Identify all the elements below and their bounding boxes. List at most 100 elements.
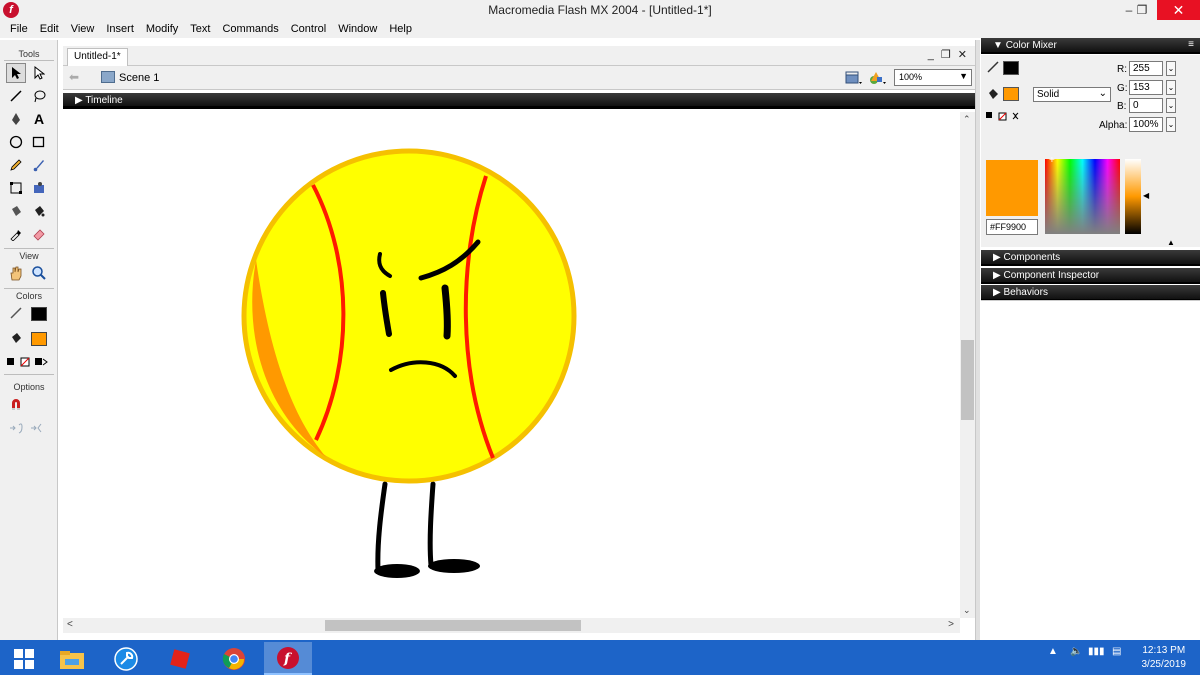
menu-view[interactable]: View bbox=[65, 23, 101, 35]
divider bbox=[4, 374, 54, 375]
menu-window[interactable]: Window bbox=[332, 23, 383, 35]
pen-tool-icon[interactable] bbox=[6, 109, 26, 129]
volume-icon[interactable]: 🔈 bbox=[1070, 646, 1082, 657]
settings-wrench-icon[interactable] bbox=[102, 642, 150, 675]
b-input[interactable]: 0 bbox=[1129, 98, 1163, 113]
chrome-icon[interactable] bbox=[210, 642, 258, 675]
menu-help[interactable]: Help bbox=[383, 23, 418, 35]
timeline-label: Timeline bbox=[85, 95, 123, 106]
divider bbox=[4, 60, 54, 61]
scroll-thumb[interactable] bbox=[961, 340, 974, 420]
collapsed-triangle-icon: ▶ bbox=[993, 252, 1001, 263]
alpha-label: Alpha: bbox=[1099, 120, 1128, 131]
text-tool-icon[interactable]: A bbox=[29, 109, 49, 129]
free-transform-tool-icon[interactable] bbox=[6, 178, 26, 198]
g-spinner[interactable]: ⌄ bbox=[1166, 80, 1176, 95]
chevron-left-icon[interactable]: < bbox=[67, 619, 73, 630]
network-icon[interactable]: ▤ bbox=[1112, 646, 1121, 657]
fill-color-swatch[interactable] bbox=[29, 329, 49, 349]
hand-tool-icon[interactable] bbox=[6, 263, 26, 283]
swap-colors-icon[interactable] bbox=[4, 352, 52, 372]
pencil-tool-icon[interactable] bbox=[6, 155, 26, 175]
zoom-tool-icon[interactable] bbox=[29, 263, 49, 283]
oval-tool-icon[interactable] bbox=[6, 132, 26, 152]
chevron-up-icon[interactable]: ⌃ bbox=[963, 114, 971, 125]
color-mixer-title: Color Mixer bbox=[1005, 40, 1057, 51]
stroke-color-swatch[interactable] bbox=[29, 304, 49, 324]
line-tool-icon[interactable] bbox=[6, 86, 26, 106]
system-clock[interactable]: 12:13 PM 3/25/2019 bbox=[1142, 644, 1187, 672]
scroll-thumb[interactable] bbox=[325, 620, 581, 631]
fill-transform-tool-icon[interactable] bbox=[29, 178, 49, 198]
signal-icon[interactable]: ▮▮▮ bbox=[1088, 646, 1105, 657]
r-spinner[interactable]: ⌄ bbox=[1166, 61, 1176, 76]
file-explorer-icon[interactable] bbox=[48, 642, 96, 675]
windows-start-icon[interactable] bbox=[0, 642, 48, 675]
back-arrow-icon[interactable]: ⬅ bbox=[69, 70, 79, 84]
smooth-straighten-icon[interactable] bbox=[6, 418, 48, 438]
document-window-controls[interactable]: _ ❐ ✕ bbox=[928, 48, 969, 61]
menu-edit[interactable]: Edit bbox=[34, 23, 65, 35]
menu-modify[interactable]: Modify bbox=[140, 23, 184, 35]
r-input[interactable]: 255 bbox=[1129, 61, 1163, 76]
panel-options-icon[interactable]: ≡ bbox=[1188, 39, 1194, 50]
menu-file[interactable]: File bbox=[4, 23, 34, 35]
title-bar: f Macromedia Flash MX 2004 - [Untitled-1… bbox=[0, 0, 1200, 20]
chevron-down-icon[interactable]: ⌄ bbox=[963, 605, 971, 616]
stage-canvas[interactable] bbox=[63, 112, 960, 618]
menu-control[interactable]: Control bbox=[285, 23, 332, 35]
eraser-tool-icon[interactable] bbox=[29, 224, 49, 244]
timeline-header[interactable]: ▶ Timeline bbox=[63, 93, 975, 109]
g-input[interactable]: 153 bbox=[1129, 80, 1163, 95]
component-inspector-header[interactable]: ▶ Component Inspector bbox=[981, 268, 1200, 284]
selection-tool-icon[interactable] bbox=[6, 63, 26, 83]
paint-bucket-tool-icon[interactable] bbox=[29, 201, 49, 221]
edit-symbols-icon[interactable] bbox=[869, 70, 887, 86]
fill-type-dropdown[interactable]: Solid ⌄ bbox=[1033, 87, 1111, 102]
brush-tool-icon[interactable] bbox=[29, 155, 49, 175]
panel-splitter[interactable] bbox=[975, 40, 980, 640]
flash-taskbar-icon[interactable]: f bbox=[264, 642, 312, 675]
swap-colors-icon[interactable] bbox=[985, 111, 1025, 123]
mixer-fill-swatch[interactable] bbox=[1003, 87, 1019, 101]
eyedropper-tool-icon[interactable] bbox=[6, 224, 26, 244]
subselection-tool-icon[interactable] bbox=[29, 63, 49, 83]
menu-commands[interactable]: Commands bbox=[216, 23, 284, 35]
brightness-pointer-icon[interactable]: ◀ bbox=[1143, 191, 1149, 200]
menu-text[interactable]: Text bbox=[184, 23, 216, 35]
document-tab[interactable]: Untitled-1* bbox=[67, 48, 128, 66]
menu-insert[interactable]: Insert bbox=[100, 23, 140, 35]
mixer-stroke-swatch[interactable] bbox=[1003, 61, 1019, 75]
collapsed-triangle-icon: ▶ bbox=[993, 287, 1001, 298]
close-button[interactable]: ✕ bbox=[1157, 0, 1200, 20]
rectangle-tool-icon[interactable] bbox=[29, 132, 49, 152]
fill-bucket-icon bbox=[989, 89, 998, 99]
alpha-input[interactable]: 100% bbox=[1129, 117, 1163, 132]
vertical-scrollbar[interactable]: ⌃ ⌄ bbox=[960, 112, 975, 618]
lasso-tool-icon[interactable] bbox=[29, 86, 49, 106]
alpha-spinner[interactable]: ⌄ bbox=[1166, 117, 1176, 132]
behaviors-header[interactable]: ▶ Behaviors bbox=[981, 285, 1200, 301]
collapse-triangle-icon[interactable]: ▲ bbox=[1167, 238, 1175, 247]
empty-panel-area bbox=[981, 300, 1200, 640]
fill-type-value: Solid bbox=[1037, 89, 1060, 100]
b-spinner[interactable]: ⌄ bbox=[1166, 98, 1176, 113]
zoom-dropdown[interactable]: 100% ▼ bbox=[894, 69, 972, 86]
horizontal-scrollbar[interactable]: < > bbox=[63, 618, 960, 633]
behaviors-title: Behaviors bbox=[1003, 287, 1048, 298]
roblox-icon[interactable] bbox=[156, 642, 204, 675]
color-mixer-header[interactable]: ▼ Color Mixer ≡ bbox=[981, 38, 1200, 54]
snap-magnet-icon[interactable] bbox=[6, 394, 26, 414]
view-label: View bbox=[19, 251, 39, 261]
color-spectrum-picker[interactable]: + bbox=[1045, 155, 1120, 234]
collapsed-triangle-icon: ▶ bbox=[993, 270, 1001, 281]
hex-input[interactable]: #FF9900 bbox=[986, 219, 1038, 235]
edit-scene-icon[interactable] bbox=[845, 70, 863, 86]
restore-button[interactable]: ❐ bbox=[1130, 0, 1154, 20]
components-header[interactable]: ▶ Components bbox=[981, 250, 1200, 266]
brightness-slider[interactable] bbox=[1125, 159, 1141, 234]
chevron-right-icon[interactable]: > bbox=[948, 619, 954, 630]
chevron-down-icon: ⌄ bbox=[1098, 88, 1107, 99]
chevron-up-icon[interactable]: ▲ bbox=[1048, 646, 1058, 657]
ink-bottle-tool-icon[interactable] bbox=[6, 201, 26, 221]
